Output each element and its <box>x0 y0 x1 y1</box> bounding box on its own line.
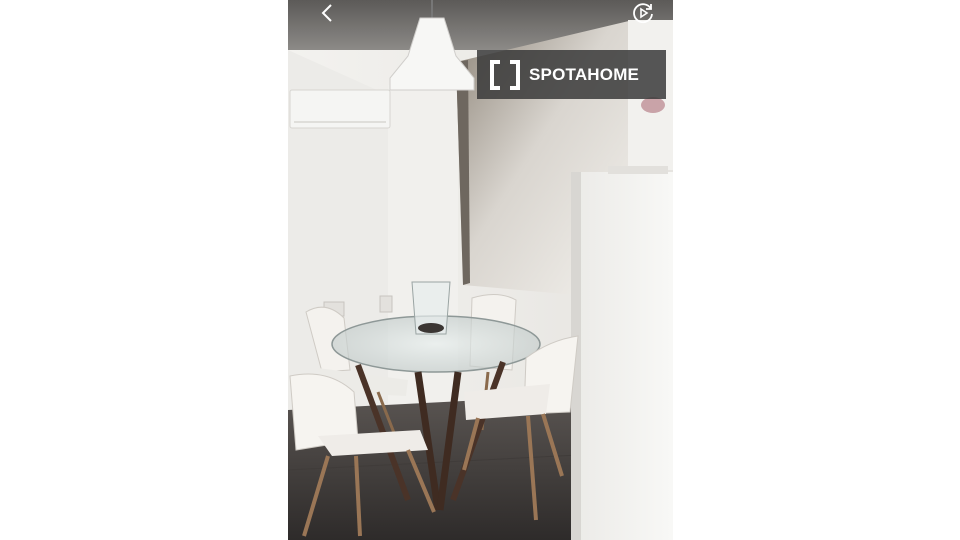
chevron-left-icon <box>321 4 332 22</box>
play-circle-icon <box>633 3 653 24</box>
listing-photo: SPOTAHOME <box>288 0 673 540</box>
viewer-stage: SPOTAHOME <box>0 0 960 540</box>
brand-name: SPOTAHOME <box>529 64 640 84</box>
brand-watermark: SPOTAHOME <box>477 50 666 99</box>
media-button[interactable] <box>628 0 658 26</box>
back-button[interactable] <box>312 0 342 26</box>
bracket-logo-icon <box>489 59 521 90</box>
